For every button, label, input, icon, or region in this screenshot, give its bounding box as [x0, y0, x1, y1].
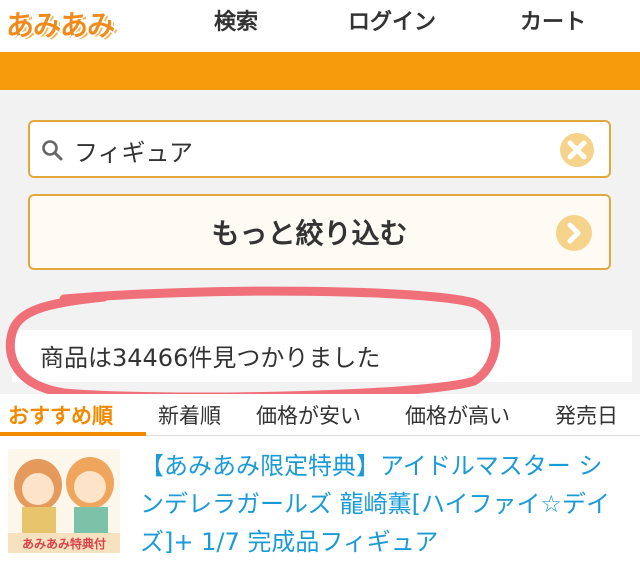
- refine-search-button[interactable]: もっと絞り込む: [28, 194, 611, 270]
- product-title-link[interactable]: 【あみあみ限定特典】アイドルマスター シンデレラガールズ 龍崎薫[ハイファイ☆デ…: [140, 447, 620, 561]
- search-panel: フィギュア もっと絞り込む: [0, 90, 640, 312]
- sort-tabs: おすすめ順 新着順 価格が安い 価格が高い 発売日: [0, 394, 640, 436]
- header-divider-bar: [0, 52, 640, 90]
- sort-tab-newest[interactable]: 新着順: [158, 400, 221, 430]
- refine-search-label: もっと絞り込む: [211, 217, 408, 250]
- list-item[interactable]: あみあみ特典付 【あみあみ限定特典】アイドルマスター シンデレラガールズ 龍崎薫…: [0, 437, 640, 563]
- site-logo[interactable]: あみあみ: [6, 4, 115, 44]
- sort-tab-price-high[interactable]: 価格が高い: [405, 400, 510, 430]
- app-header: あみあみ 検索 ログイン カート: [0, 0, 640, 52]
- chevron-right-icon: [556, 215, 592, 251]
- nav-cart[interactable]: カート: [520, 4, 586, 36]
- sort-tab-release-date[interactable]: 発売日: [555, 400, 618, 430]
- search-input[interactable]: フィギュア: [28, 120, 611, 178]
- product-thumbnail[interactable]: あみあみ特典付: [8, 449, 120, 553]
- clear-icon[interactable]: [559, 132, 595, 168]
- highlight-annotation: [5, 286, 501, 402]
- nav-search[interactable]: 検索: [214, 4, 258, 36]
- sort-tab-recommended[interactable]: おすすめ順: [8, 400, 113, 430]
- active-tab-indicator: [0, 432, 146, 436]
- search-icon: [42, 140, 63, 161]
- thumb-caption: あみあみ特典付: [22, 536, 106, 551]
- sort-tab-price-low[interactable]: 価格が安い: [256, 400, 361, 430]
- search-query: フィギュア: [74, 139, 194, 167]
- nav-login[interactable]: ログイン: [348, 4, 436, 36]
